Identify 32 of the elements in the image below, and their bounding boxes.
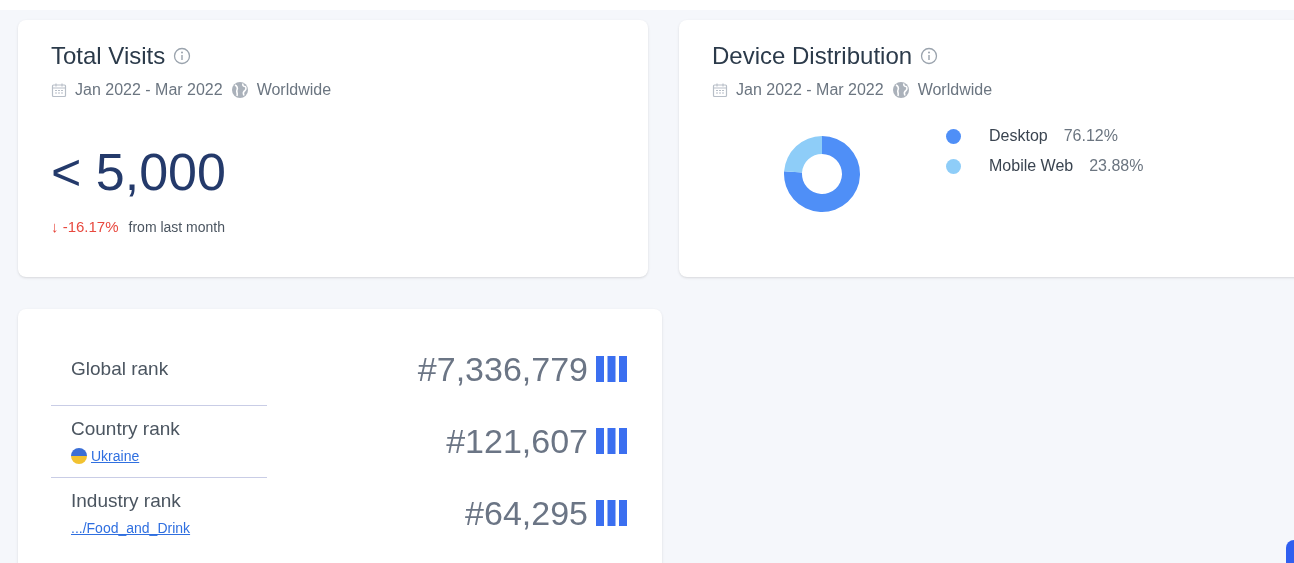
bar-chart-icon — [596, 500, 627, 526]
legend-label: Desktop — [989, 126, 1048, 146]
rank-link[interactable]: .../Food_and_Drink — [71, 517, 191, 539]
rank-label: Global rank — [71, 356, 169, 381]
rank-label: Industry rank — [71, 489, 182, 514]
chat-button[interactable] — [1286, 540, 1294, 563]
globe-icon — [230, 81, 249, 99]
calendar-icon — [712, 82, 728, 98]
bar-chart-icon — [596, 356, 627, 382]
flag-icon — [71, 448, 87, 465]
legend-value: 23.88% — [1089, 156, 1144, 176]
change-percent: ↓ -16.17% — [51, 217, 119, 237]
region-label: Worldwide — [256, 80, 332, 100]
info-icon — [173, 47, 192, 65]
info-icon — [920, 47, 939, 65]
rank-value: #121,607 — [446, 420, 588, 462]
change-note: from last month — [128, 217, 226, 237]
region-label: Worldwide — [917, 80, 993, 100]
rank-value: #7,336,779 — [417, 348, 588, 390]
date-range: Jan 2022 - Mar 2022 — [75, 80, 223, 100]
globe-icon — [891, 81, 910, 99]
calendar-icon — [51, 82, 67, 98]
date-range: Jan 2022 - Mar 2022 — [736, 80, 884, 100]
rank-value: #64,295 — [465, 492, 588, 534]
card-title: Total Visits — [51, 41, 166, 71]
legend-value: 76.12% — [1063, 126, 1118, 146]
legend-label: Mobile Web — [989, 156, 1074, 176]
rank-label: Country rank — [71, 417, 180, 442]
bar-chart-icon — [596, 428, 627, 454]
visits-value: < 5,000 — [51, 146, 227, 198]
card-title: Device Distribution — [712, 41, 913, 71]
rank-link[interactable]: Ukraine — [91, 445, 140, 467]
